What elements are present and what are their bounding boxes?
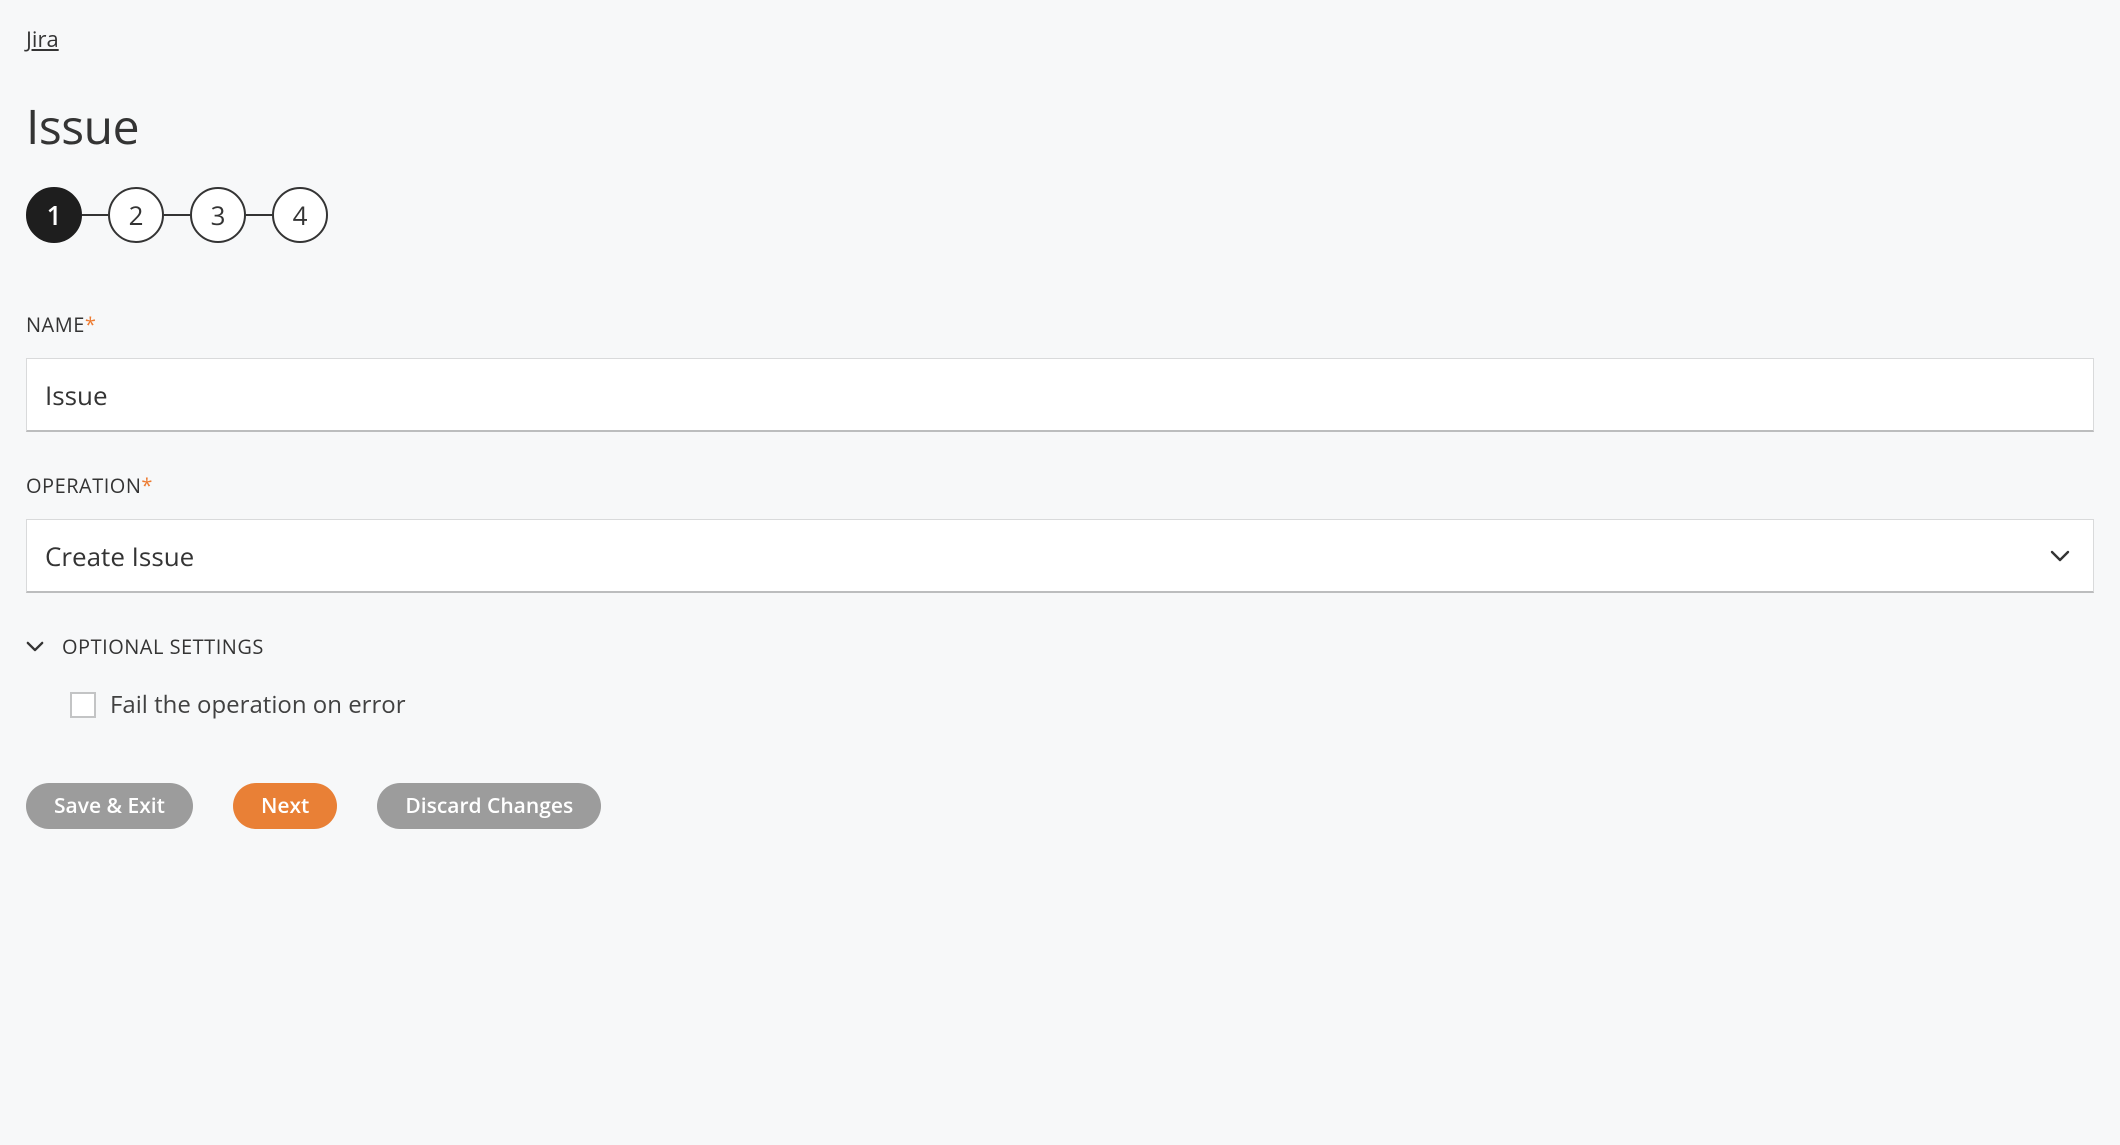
chevron-down-icon — [26, 641, 44, 652]
required-indicator: * — [85, 311, 97, 338]
name-input[interactable] — [26, 358, 2094, 432]
optional-settings-label: OPTIONAL SETTINGS — [62, 633, 264, 660]
step-connector — [246, 214, 272, 216]
breadcrumb-jira[interactable]: Jira — [26, 24, 59, 54]
operation-label-text: OPERATION — [26, 472, 141, 499]
fail-on-error-label: Fail the operation on error — [110, 688, 406, 721]
next-button[interactable]: Next — [233, 783, 337, 829]
step-connector — [164, 214, 190, 216]
optional-settings-toggle[interactable]: OPTIONAL SETTINGS — [26, 633, 2094, 660]
field-group-operation: OPERATION* Create Issue — [26, 472, 2094, 593]
operation-select[interactable]: Create Issue — [26, 519, 2094, 593]
required-indicator: * — [141, 472, 153, 499]
fail-on-error-row: Fail the operation on error — [70, 688, 2094, 721]
step-connector — [82, 214, 108, 216]
step-1[interactable]: 1 — [26, 187, 82, 243]
page-title: Issue — [26, 94, 2094, 159]
fail-on-error-checkbox[interactable] — [70, 692, 96, 718]
operation-label: OPERATION* — [26, 472, 2094, 499]
discard-changes-button[interactable]: Discard Changes — [377, 783, 601, 829]
save-exit-button[interactable]: Save & Exit — [26, 783, 193, 829]
step-4[interactable]: 4 — [272, 187, 328, 243]
name-label-text: NAME — [26, 311, 85, 338]
step-3[interactable]: 3 — [190, 187, 246, 243]
action-buttons: Save & Exit Next Discard Changes — [26, 783, 2094, 829]
name-label: NAME* — [26, 311, 2094, 338]
step-2[interactable]: 2 — [108, 187, 164, 243]
operation-select-wrap: Create Issue — [26, 519, 2094, 593]
wizard-stepper: 1 2 3 4 — [26, 187, 2094, 243]
field-group-name: NAME* — [26, 311, 2094, 432]
